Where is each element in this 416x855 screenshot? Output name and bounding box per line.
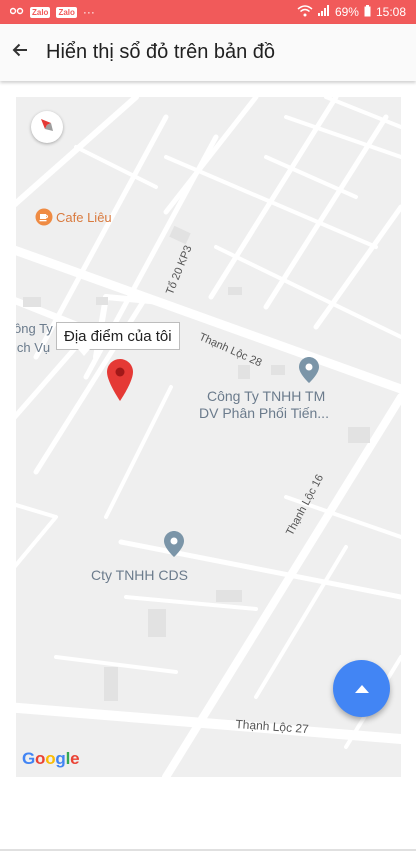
google-logo: Google	[22, 749, 80, 768]
coffee-cup-icon[interactable]	[35, 208, 53, 231]
scroll-up-button[interactable]	[333, 660, 390, 717]
battery-icon	[364, 4, 371, 20]
bottom-divider	[0, 849, 416, 851]
app-bar: Hiển thị sổ đỏ trên bản đồ	[0, 24, 416, 81]
location-marker-icon[interactable]	[107, 359, 133, 406]
map-pin-icon[interactable]	[164, 531, 184, 562]
status-right: 69% 15:08	[297, 4, 406, 20]
poi-label-company-right[interactable]: Công Ty TNHH TM	[207, 388, 325, 404]
notification-icon	[9, 5, 24, 19]
zalo-notification-icon: Zalo	[56, 6, 77, 18]
battery-percent: 69%	[334, 5, 359, 19]
zalo-notification-icon: Zalo	[30, 6, 51, 18]
status-left: Zalo Zalo ···	[9, 5, 95, 19]
compass-icon	[39, 117, 55, 138]
status-bar: Zalo Zalo ··· 69% 15:08	[0, 0, 416, 24]
poi-label-company-right[interactable]: DV Phân Phối Tiến...	[199, 405, 329, 421]
page-title: Hiển thị sổ đỏ trên bản đồ	[46, 41, 276, 63]
back-button[interactable]	[3, 36, 37, 70]
signal-icon	[317, 5, 330, 19]
wifi-icon	[297, 4, 313, 20]
more-notifications: ···	[82, 5, 95, 19]
info-window[interactable]: Địa điểm của tôi	[56, 322, 180, 350]
arrow-up-icon	[354, 680, 369, 698]
poi-label-cds[interactable]: Cty TNHH CDS	[91, 567, 188, 583]
compass-button[interactable]	[31, 111, 63, 143]
arrow-left-icon	[11, 41, 29, 64]
clock: 15:08	[375, 5, 406, 19]
info-window-tail	[78, 349, 90, 356]
map-pin-icon[interactable]	[299, 357, 319, 388]
poi-label-company-left[interactable]: ông Ty	[16, 321, 53, 336]
poi-label-cafe[interactable]: Cafe Liêu	[56, 210, 112, 225]
poi-label-company-left[interactable]: ịch Vụ	[16, 340, 50, 355]
